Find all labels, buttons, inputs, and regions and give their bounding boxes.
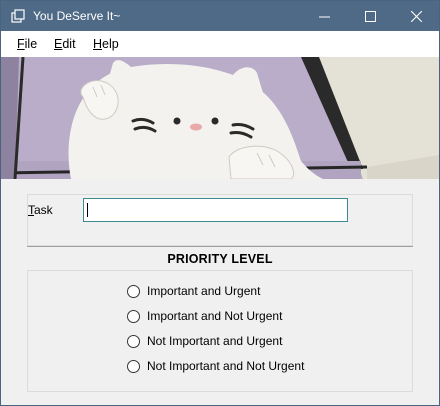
title-bar[interactable]: You DeServe It~	[1, 1, 439, 31]
close-icon	[410, 10, 422, 22]
divider	[27, 246, 413, 247]
radio-button[interactable]	[127, 284, 140, 298]
minimize-button[interactable]	[301, 1, 347, 31]
maximize-icon	[364, 10, 376, 22]
text-caret	[87, 203, 88, 217]
form-area: Task PRIORITY LEVEL Important and Urgent…	[1, 179, 439, 405]
radio-label: Important and Not Urgent	[147, 309, 283, 323]
priority-option-important-urgent[interactable]: Important and Urgent	[127, 283, 260, 299]
priority-option-not-important-urgent[interactable]: Not Important and Urgent	[127, 333, 282, 349]
maximize-button[interactable]	[347, 1, 393, 31]
app-window-icon	[11, 9, 25, 23]
menu-edit[interactable]: Edit	[54, 37, 76, 51]
radio-button[interactable]	[127, 334, 140, 348]
menu-help[interactable]: Help	[93, 37, 119, 51]
cat-illustration	[1, 57, 439, 179]
radio-label: Not Important and Not Urgent	[147, 359, 305, 373]
task-label-text: ask	[34, 203, 53, 217]
priority-heading: PRIORITY LEVEL	[167, 252, 273, 266]
menu-help-label: elp	[102, 37, 119, 51]
menu-file-label: ile	[24, 37, 38, 51]
banner-image	[1, 57, 439, 179]
priority-option-important-not-urgent[interactable]: Important and Not Urgent	[127, 308, 282, 324]
menu-file-accel: F	[17, 37, 25, 51]
radio-button[interactable]	[127, 309, 140, 323]
menu-edit-label: dit	[62, 37, 76, 51]
app-window: You DeServe It~ File Edit Help Task PRIO…	[0, 0, 440, 406]
minimize-icon	[318, 16, 330, 17]
task-label: Task	[28, 203, 53, 217]
radio-button[interactable]	[127, 359, 140, 373]
window-title: You DeServe It~	[33, 9, 121, 23]
radio-label: Not Important and Urgent	[147, 334, 283, 348]
menu-help-accel: H	[93, 37, 103, 51]
menu-file[interactable]: File	[17, 37, 37, 51]
close-button[interactable]	[393, 1, 439, 31]
priority-option-not-important-not-urgent[interactable]: Not Important and Not Urgent	[127, 358, 304, 374]
radio-label: Important and Urgent	[147, 284, 261, 298]
menu-bar: File Edit Help	[1, 31, 439, 57]
task-input[interactable]	[83, 198, 348, 222]
